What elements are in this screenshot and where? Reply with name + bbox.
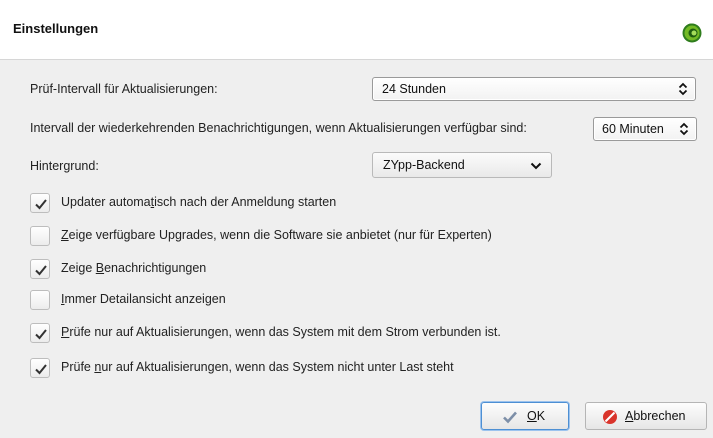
spin-arrows-icon (678, 82, 688, 96)
option-label: Zeige Benachrichtigungen (61, 261, 207, 275)
checkbox[interactable] (30, 226, 50, 246)
checkbox[interactable] (30, 290, 50, 310)
backend-select[interactable]: ZYpp-Backend (372, 152, 552, 178)
checkbox[interactable] (30, 358, 50, 378)
ok-button[interactable]: OK (481, 402, 569, 430)
option-label: Zeige verfügbare Upgrades, wenn die Soft… (61, 228, 492, 242)
cancel-label: Abbrechen (625, 409, 686, 423)
backend-value: ZYpp-Backend (383, 158, 465, 172)
checkmark-icon (35, 265, 47, 276)
checkbox[interactable] (30, 259, 50, 279)
checkbox[interactable] (30, 193, 50, 213)
reminder-spinbox[interactable]: 60 Minuten (593, 117, 697, 141)
checkmark-icon (35, 199, 47, 210)
option-label: Prüfe nur auf Aktualisierungen, wenn das… (61, 325, 501, 339)
interval-label: Prüf-Intervall für Aktualisierungen: (30, 82, 218, 96)
interval-value: 24 Stunden (382, 82, 446, 96)
chevron-down-icon (530, 162, 542, 170)
option-label: Prüfe nur auf Aktualisierungen, wenn das… (61, 360, 454, 374)
ok-label: OK (527, 409, 546, 423)
dialog-title: Einstellungen (13, 21, 99, 36)
checkbox[interactable] (30, 323, 50, 343)
spin-arrows-icon (679, 122, 689, 136)
checkmark-icon (35, 364, 47, 375)
option-label: Immer Detailansicht anzeigen (61, 292, 226, 306)
checkmark-icon (35, 329, 47, 340)
option-label: Updater automatisch nach der Anmeldung s… (61, 195, 337, 209)
opensuse-gecko-icon (682, 23, 702, 43)
backend-label: Hintergrund: (30, 159, 99, 173)
checkmark-icon (503, 411, 517, 424)
settings-dialog: Einstellungen Prüf-Intervall für Aktuali… (0, 0, 713, 438)
cancel-button[interactable]: Abbrechen (585, 402, 707, 430)
cancel-icon (603, 410, 617, 424)
interval-spinbox[interactable]: 24 Stunden (372, 77, 696, 101)
reminder-label: Intervall der wiederkehrenden Benachrich… (30, 121, 527, 135)
reminder-value: 60 Minuten (602, 122, 664, 136)
dialog-header: Einstellungen (0, 0, 713, 60)
